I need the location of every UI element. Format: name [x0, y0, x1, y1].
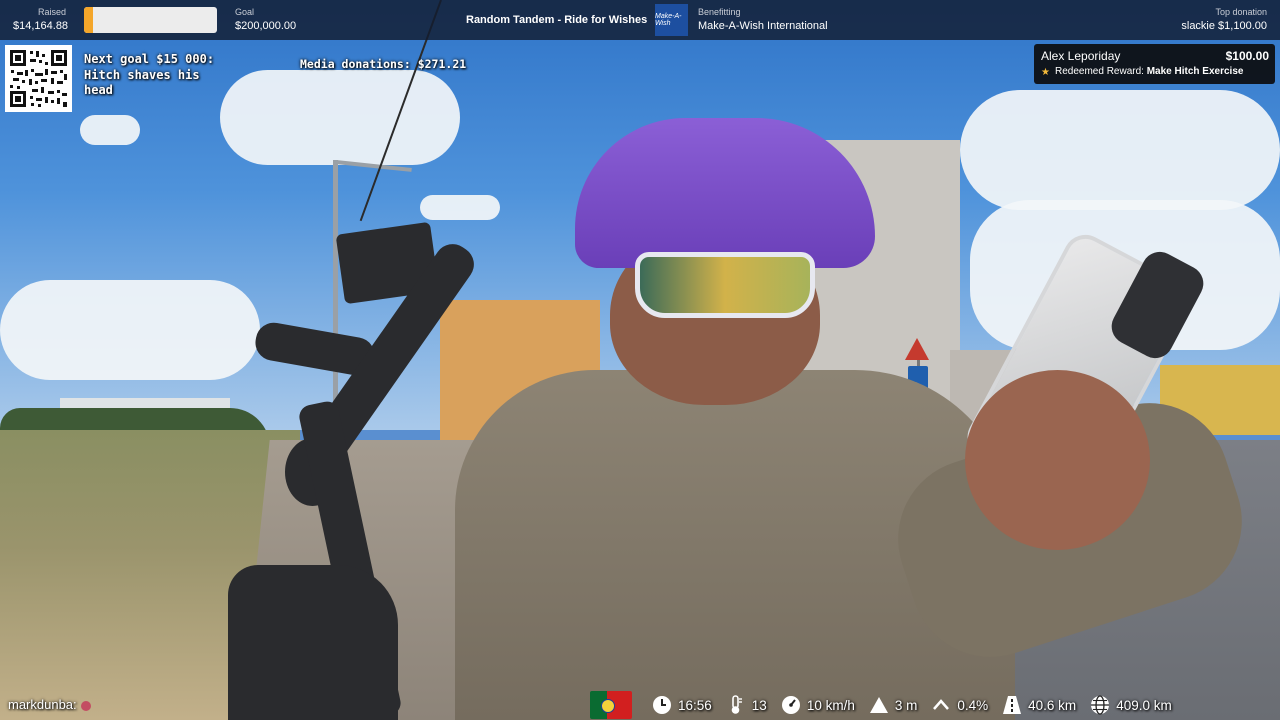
distance-today-stat: 40.6 km [1002, 695, 1076, 715]
sunglasses [635, 252, 815, 318]
temperature-value: 13 [751, 697, 767, 713]
time-stat: 16:56 [652, 695, 712, 715]
emote-icon [80, 700, 91, 711]
next-goal-text: Next goal $15 000: Hitch shaves his head [84, 52, 215, 97]
mountain-icon [869, 695, 889, 715]
distance-total-value: 409.0 km [1116, 697, 1172, 713]
distance-today-value: 40.6 km [1028, 697, 1077, 713]
star-icon: ★ [1041, 67, 1050, 78]
alert-reward: Redeemed Reward: Make Hitch Exercise [1055, 66, 1243, 77]
chevron-up-icon [931, 695, 951, 715]
cloud [420, 195, 500, 220]
grade-stat: 0.4% [931, 695, 988, 715]
reward-prefix: Redeemed Reward: [1055, 66, 1144, 77]
speed-stat: 10 km/h [781, 695, 855, 715]
elevation-value: 3 m [894, 697, 918, 713]
street-lamp [333, 160, 338, 430]
donation-alert: Alex Leporiday $100.00 ★ Redeemed Reward… [1034, 44, 1275, 84]
campaign-title: Random Tandem - Ride for Wishes [466, 14, 648, 26]
raised-amount: $14,164.88 [13, 20, 69, 32]
benefitting-label: Benefitting [698, 7, 741, 17]
qr-code[interactable] [5, 45, 72, 112]
globe-icon [1090, 695, 1110, 715]
cloud [960, 90, 1280, 210]
top-donation-value: slackie $1,100.00 [1181, 20, 1267, 32]
stream-video [0, 0, 1280, 720]
alert-donor-name: Alex Leporiday [1041, 49, 1121, 63]
chat-username: markdunba: [8, 697, 77, 712]
speed-value: 10 km/h [806, 697, 855, 713]
chat-message: markdunba: [8, 697, 91, 712]
bike-bag [228, 565, 398, 720]
logo-text: Make-A-Wish [655, 13, 682, 27]
rider-hand [965, 370, 1150, 550]
qr-code-icon [5, 45, 72, 112]
goal-label: Goal [235, 7, 255, 17]
thermometer-icon [726, 695, 746, 715]
elevation-stat: 3 m [869, 695, 918, 715]
clock-icon [652, 695, 672, 715]
cloud [0, 280, 260, 380]
donation-bar: Raised $14,164.88 Goal $200,000.00 Rando… [0, 0, 1280, 40]
donation-progress-fill [84, 7, 94, 33]
warning-sign [905, 338, 929, 360]
raised-label: Raised [38, 7, 67, 17]
cloud [220, 70, 460, 165]
make-a-wish-logo: Make-A-Wish [655, 4, 688, 36]
donation-progress-bar [84, 7, 217, 33]
telemetry-bar: 16:56 13 10 km/h 3 m 0.4% 40.6 km 409.0 … [590, 690, 1172, 720]
top-donation-label: Top donation [1215, 7, 1267, 17]
alert-amount: $100.00 [1225, 49, 1269, 63]
speedometer-icon [781, 695, 801, 715]
grade-value: 0.4% [957, 697, 989, 713]
reward-name: Make Hitch Exercise [1146, 66, 1244, 77]
temperature-stat: 13 [726, 695, 767, 715]
media-donations-text: Media donations: $271.21 [300, 57, 467, 71]
portugal-flag-icon [590, 691, 632, 719]
time-value: 16:56 [678, 697, 712, 713]
cloud [80, 115, 140, 145]
road-icon [1002, 695, 1022, 715]
distance-total-stat: 409.0 km [1090, 695, 1172, 715]
goal-amount: $200,000.00 [235, 20, 297, 32]
benefitting-charity: Make-A-Wish International [698, 20, 828, 32]
